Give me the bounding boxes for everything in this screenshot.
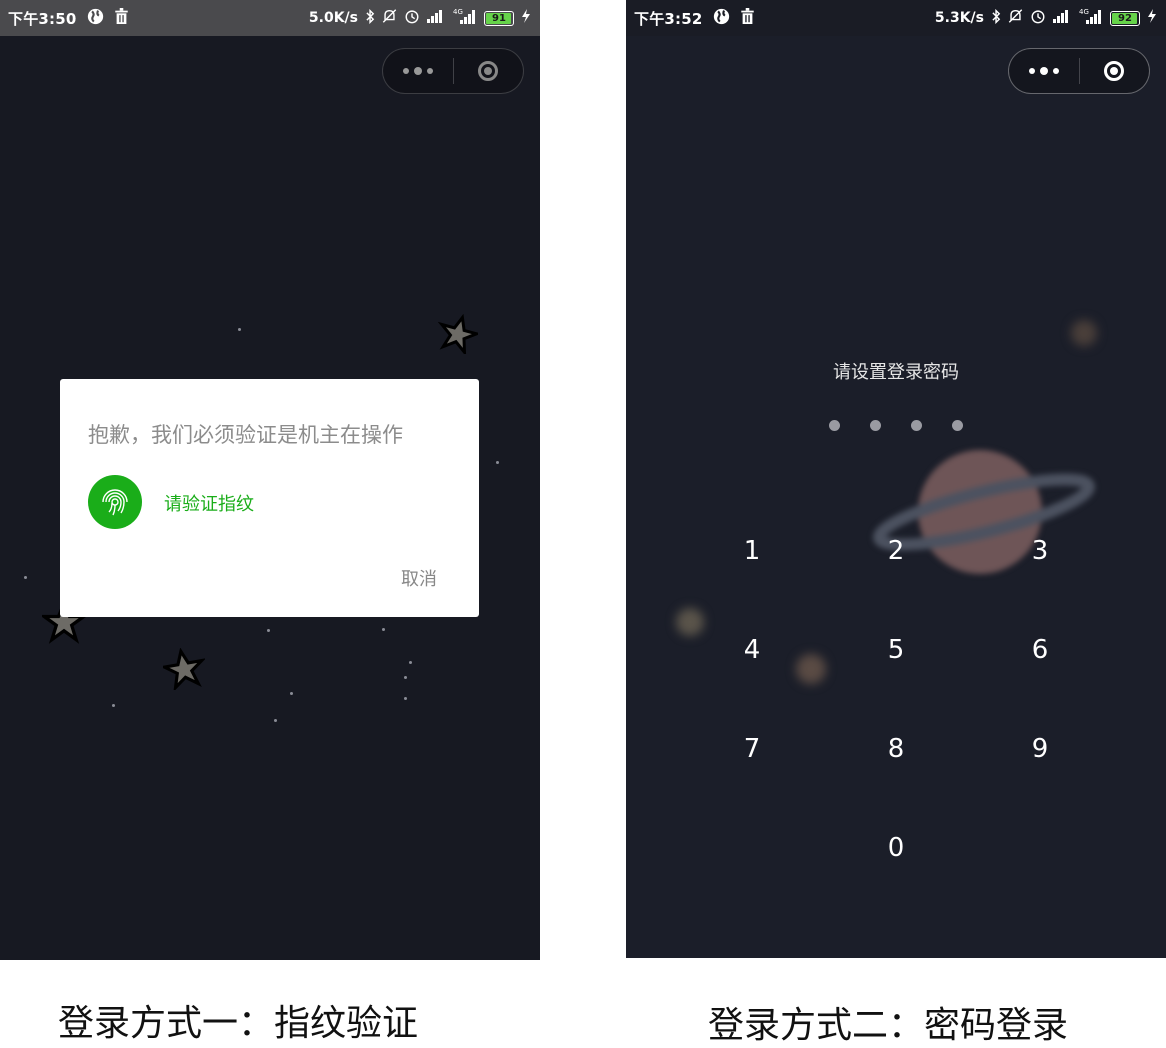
trash-icon [740,8,755,28]
fingerprint-icon[interactable] [88,475,142,529]
star-dot [238,328,241,331]
set-password-title: 请设置登录密码 [833,362,959,383]
star-dot [274,719,277,722]
left-phone-screen: 下午3:50 5.0K/s 4G 91 抱歉，我们必须验证是机主在操作 请验证指… [0,0,540,960]
keypad-key-7[interactable]: 7 [712,719,792,779]
star-dot [404,697,407,700]
close-button[interactable] [1080,49,1150,93]
globe-icon [713,8,730,29]
svg-text:4G: 4G [453,8,463,16]
right-phone-screen: 下午3:52 5.3K/s 4G 92 请设置登录密码 1 2 3 4 5 6 … [626,0,1166,958]
keypad-key-6[interactable]: 6 [1000,620,1080,680]
blurred-star [676,608,704,636]
keypad-key-9[interactable]: 9 [1000,719,1080,779]
fingerprint-dialog: 抱歉，我们必须验证是机主在操作 请验证指纹 取消 [60,379,479,617]
charging-icon [520,9,532,27]
keypad-key-5[interactable]: 5 [856,620,936,680]
star-dot [112,704,115,707]
signal-4g-icon: 4G [452,7,478,29]
net-speed: 5.3K/s [934,10,984,26]
star-dot [409,661,412,664]
caption-fingerprint-login: 登录方式一：指纹验证 [58,1003,419,1044]
mini-program-capsule [382,48,524,94]
svg-text:4G: 4G [1079,8,1089,16]
alarm-icon [404,8,420,28]
battery-icon: 91 [484,10,514,26]
keypad-key-1[interactable]: 1 [712,521,792,581]
keypad-key-2[interactable]: 2 [856,521,936,581]
battery-icon: 92 [1110,10,1140,26]
star-dot [404,676,407,679]
keypad-key-3[interactable]: 3 [1000,521,1080,581]
fingerprint-prompt: 请验证指纹 [164,494,254,515]
signal-icon [1052,9,1072,27]
close-circle-icon [478,61,499,81]
star-dot [24,576,27,579]
status-time: 下午3:50 [8,9,77,28]
keypad-key-0[interactable]: 0 [856,818,936,878]
charging-icon [1146,9,1158,27]
password-dot [870,420,881,431]
password-dot [829,420,840,431]
more-button[interactable] [1009,49,1079,93]
status-bar: 下午3:50 5.0K/s 4G 91 [0,0,540,36]
battery-level: 92 [1118,12,1132,24]
bluetooth-icon [992,8,1001,28]
blurred-star [1071,320,1097,346]
cancel-button[interactable]: 取消 [401,565,437,591]
signal-4g-icon: 4G [1078,7,1104,29]
close-button[interactable] [454,49,524,93]
star-icon [163,648,205,690]
keypad-key-4[interactable]: 4 [712,620,792,680]
keypad-key-8[interactable]: 8 [856,719,936,779]
blurred-star [796,654,826,684]
password-dots [829,420,963,431]
password-dot [952,420,963,431]
battery-level: 91 [492,12,506,24]
password-dot [911,420,922,431]
mini-program-capsule [1008,48,1150,94]
dialog-title: 抱歉，我们必须验证是机主在操作 [88,423,403,447]
status-time: 下午3:52 [634,9,703,28]
mute-icon [381,8,398,28]
bluetooth-icon [366,8,375,28]
more-button[interactable] [383,49,453,93]
star-dot [290,692,293,695]
close-circle-icon [1104,61,1125,81]
alarm-icon [1030,8,1046,28]
mute-icon [1007,8,1024,28]
status-bar: 下午3:52 5.3K/s 4G 92 [626,0,1166,36]
signal-icon [426,9,446,27]
trash-icon [114,8,129,28]
star-dot [267,629,270,632]
star-dot [496,461,499,464]
net-speed: 5.0K/s [308,10,358,26]
globe-icon [87,8,104,29]
caption-password-login: 登录方式二：密码登录 [708,1005,1069,1046]
star-icon [438,314,478,354]
star-dot [382,628,385,631]
